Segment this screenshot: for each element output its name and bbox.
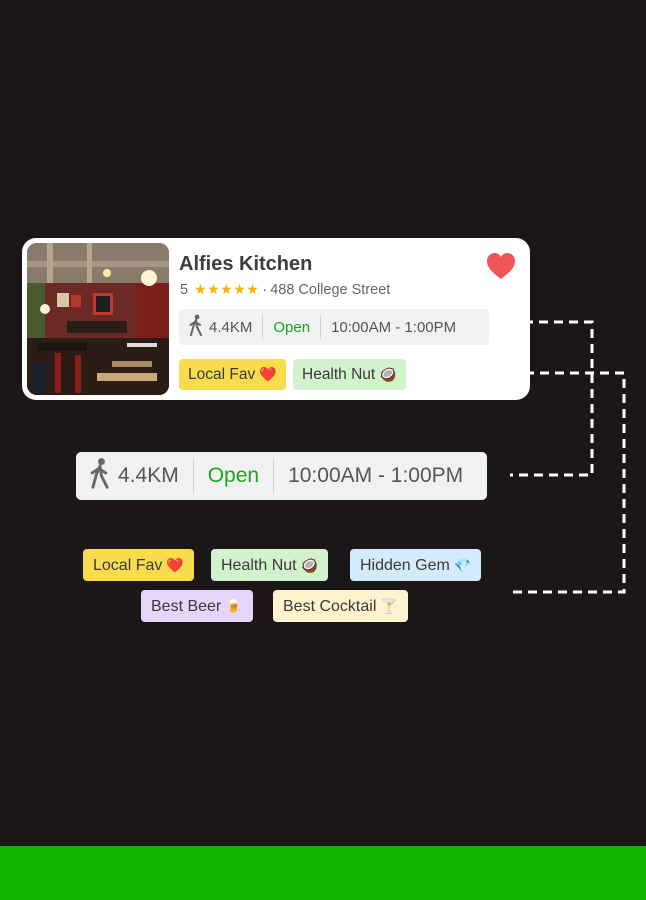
restaurant-card[interactable]: Alfies Kitchen 5 ★★★★★ · 488 College Str…: [22, 238, 530, 400]
tag-label: Health Nut: [302, 366, 376, 383]
tag-local-fav[interactable]: Local Fav ❤️: [83, 549, 194, 581]
distance-value: 4.4KM: [118, 464, 179, 487]
tag-label: Health Nut: [221, 557, 297, 574]
tag-label: Best Beer: [151, 598, 222, 615]
restaurant-name[interactable]: Alfies Kitchen: [179, 253, 312, 276]
tag-label: Local Fav: [93, 557, 163, 574]
tag-health-nut[interactable]: Health Nut 🥥: [293, 359, 406, 390]
distance-segment: 4.4KM: [179, 314, 262, 340]
tag-health-nut[interactable]: Health Nut 🥥: [211, 549, 329, 581]
tag-best-cocktail[interactable]: Best Cocktail 🍸: [273, 590, 408, 622]
rating-stars-icon: ★★★★★: [194, 281, 260, 297]
walking-person-icon: [189, 314, 203, 340]
restaurant-photo: [27, 243, 169, 395]
open-status: Open: [207, 464, 260, 487]
tag-label: Best Cocktail: [283, 598, 377, 615]
heart-emoji-icon: ❤️: [166, 557, 184, 573]
footer-bar: [0, 846, 646, 900]
distance-value: 4.4KM: [209, 318, 253, 336]
coconut-emoji-icon: 🥥: [300, 557, 319, 573]
coconut-emoji-icon: 🥥: [379, 366, 397, 382]
opening-hours: 10:00AM - 1:00PM: [288, 464, 464, 487]
rating-address-line: 5 ★★★★★ · 488 College Street: [180, 281, 390, 298]
connector-lines: [420, 320, 626, 594]
opening-hours: 10:00AM - 1:00PM: [331, 318, 457, 336]
tag-local-fav[interactable]: Local Fav ❤️: [179, 359, 286, 390]
walking-person-icon: [90, 457, 110, 495]
cocktail-emoji-icon: 🍸: [380, 598, 398, 614]
rating-value: 5: [180, 281, 189, 298]
open-status: Open: [273, 318, 311, 336]
beer-emoji-icon: 🍺: [225, 598, 243, 614]
tag-label: Hidden Gem: [360, 557, 450, 574]
info-bar-detail: 4.4KM Open 10:00AM - 1:00PM: [76, 452, 487, 500]
tag-label: Local Fav: [188, 366, 256, 383]
info-bar: 4.4KM Open 10:00AM - 1:00PM: [179, 309, 489, 345]
separator-dot: ·: [262, 281, 268, 298]
gem-emoji-icon: 💎: [453, 557, 472, 573]
address: 488 College Street: [270, 281, 391, 298]
heart-icon[interactable]: [486, 252, 516, 280]
tag-best-beer[interactable]: Best Beer 🍺: [141, 590, 253, 622]
distance-segment: 4.4KM: [76, 457, 193, 495]
heart-emoji-icon: ❤️: [259, 366, 277, 382]
tag-hidden-gem[interactable]: Hidden Gem 💎: [350, 549, 482, 581]
